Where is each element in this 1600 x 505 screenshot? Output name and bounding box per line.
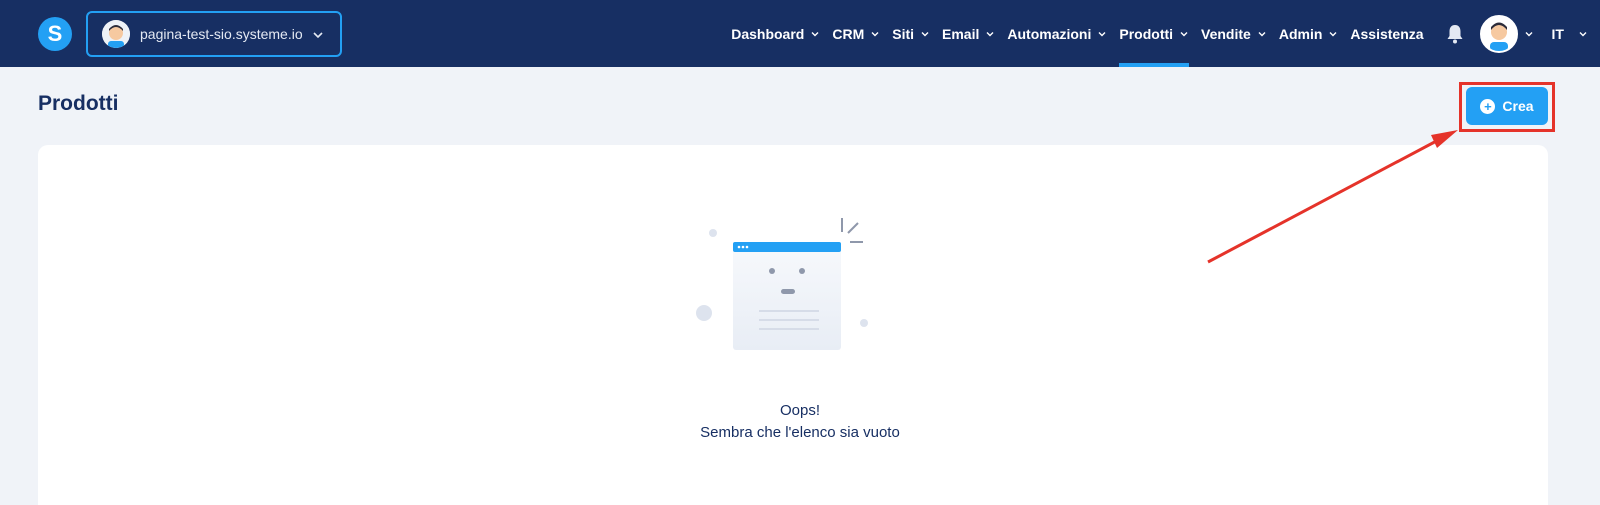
chevron-down-icon	[1097, 29, 1107, 39]
systeme-logo[interactable]: S	[38, 17, 72, 51]
empty-state-message: Sembra che l'elenco sia vuoto	[700, 424, 900, 441]
plus-icon: +	[1480, 98, 1496, 114]
nav-siti[interactable]: Siti	[892, 0, 930, 67]
chevron-down-icon	[1328, 29, 1338, 39]
top-navbar: S pagina-test-sio.systeme.io Dashboard C…	[0, 0, 1600, 67]
chevron-down-icon	[985, 29, 995, 39]
page-title: Prodotti	[38, 92, 119, 115]
nav-assistenza[interactable]: Assistenza	[1350, 0, 1423, 67]
chevron-down-icon	[312, 28, 324, 46]
site-selector[interactable]: pagina-test-sio.systeme.io	[86, 11, 342, 57]
nav-email[interactable]: Email	[942, 0, 995, 67]
empty-list-illustration	[696, 218, 868, 350]
chevron-down-icon	[1179, 29, 1189, 39]
user-avatar[interactable]	[1479, 14, 1518, 53]
bell-icon[interactable]	[1446, 24, 1464, 44]
language-selector[interactable]: IT	[1552, 26, 1588, 42]
site-avatar	[102, 20, 130, 48]
nav-admin[interactable]: Admin	[1279, 0, 1339, 67]
site-name: pagina-test-sio.systeme.io	[140, 26, 303, 42]
nav-vendite[interactable]: Vendite	[1201, 0, 1267, 67]
empty-state-title: Oops!	[779, 402, 821, 419]
main-nav: Dashboard CRM Siti Email Automazioni Pro…	[731, 0, 1600, 67]
nav-automazioni[interactable]: Automazioni	[1007, 0, 1107, 67]
create-button-label: Crea	[1502, 98, 1534, 114]
nav-prodotti[interactable]: Prodotti	[1119, 0, 1189, 67]
create-button[interactable]: + Crea	[1466, 87, 1548, 125]
chevron-down-icon	[920, 29, 930, 39]
chevron-down-icon	[1257, 29, 1267, 39]
chevron-down-icon	[870, 29, 880, 39]
chevron-down-icon	[810, 29, 820, 39]
nav-dashboard[interactable]: Dashboard	[731, 0, 820, 67]
chevron-down-icon	[1578, 29, 1588, 39]
chevron-down-icon[interactable]	[1524, 29, 1534, 39]
nav-crm[interactable]: CRM	[832, 0, 880, 67]
